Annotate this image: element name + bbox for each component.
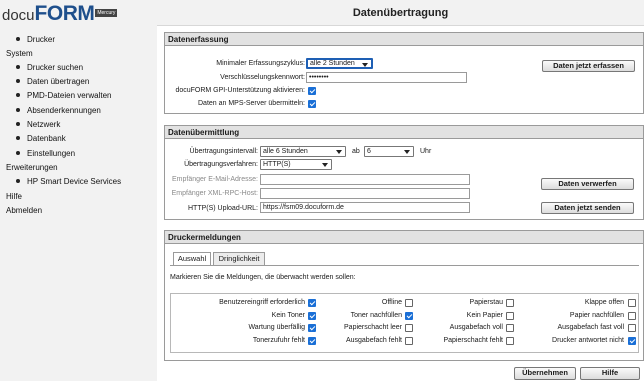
label-papierschacht-fehlt: Papierschacht fehlt [443,337,503,344]
label-ab: ab [352,148,360,155]
checkbox-ausgabefach-fehlt[interactable] [405,337,413,345]
daten-senden-button[interactable]: Daten jetzt senden [541,202,634,214]
label-kennwort: Verschlüsselungskennwort: [220,74,305,81]
checkbox-offline[interactable] [405,299,413,307]
label-ausgabefach-fehlt: Ausgabefach fehlt [345,337,402,344]
logo-text-form: FORM [34,2,95,25]
label-papier-nachfuellen: Papier nachfüllen [569,312,624,319]
label-papierschacht-leer: Papierschacht leer [344,324,402,331]
nav-erweiterungen[interactable]: Erweiterungen [6,163,58,172]
nav-pmd-dateien[interactable]: PMD-Dateien verwalten [16,91,111,100]
checkbox-klappe-offen[interactable] [628,299,636,307]
section-title-datenuebermittlung: Datenübermittlung [165,126,643,139]
tab-auswahl[interactable]: Auswahl [173,252,211,265]
label-toner-nachfuellen: Toner nachfüllen [350,312,402,319]
label-papierstau: Papierstau [469,299,503,306]
checkbox-toner-nachfuellen[interactable] [405,312,413,320]
title-bar: Datenübertragung [157,0,644,26]
checkbox-ausgabefach-voll[interactable] [506,324,514,332]
nav-hp-smart-device[interactable]: HP Smart Device Services [16,177,121,186]
checkbox-tonerzufuhr-fehlt[interactable] [308,337,316,345]
input-xmlrpc[interactable] [260,188,470,199]
nav-drucker-suchen[interactable]: Drucker suchen [16,63,83,72]
logo-text-docu: docu [2,7,35,24]
label-mps: Daten an MPS-Server übermitteln: [198,100,305,107]
label-benutzereingriff: Benutzereingriff erforderlich [219,299,305,306]
label-upload-url: HTTP(S) Upload-URL: [187,205,258,212]
label-erfassungszyklus: Minimaler Erfassungszyklus: [216,60,305,67]
nav-system[interactable]: System [6,49,33,58]
sidebar: docu FORM Mercury Drucker System Drucker s… [0,0,157,381]
checkbox-papierstau[interactable] [506,299,514,307]
daten-erfassen-button[interactable]: Daten jetzt erfassen [542,60,635,72]
daten-verwerfen-button[interactable]: Daten verwerfen [541,178,634,190]
label-uhr: Uhr [420,148,432,155]
checkbox-mps[interactable] [308,100,316,108]
label-verfahren: Übertragungsverfahren: [184,161,258,168]
label-offline: Offline [381,299,402,306]
input-email[interactable] [260,174,470,185]
meldungen-instruction: Markieren Sie die Meldungen, die überwac… [170,274,356,281]
select-start-stunde[interactable]: 6 [364,146,414,157]
checkbox-papierschacht-fehlt[interactable] [506,337,514,345]
label-xmlrpc: Empfänger XML-RPC-Host: [171,190,258,197]
checkbox-kein-toner[interactable] [308,312,316,320]
nav-hilfe[interactable]: Hilfe [6,192,22,201]
checkbox-wartung-ueberfaellig[interactable] [308,324,316,332]
label-ausgabefach-voll: Ausgabefach voll [449,324,503,331]
label-kein-papier: Kein Papier [466,312,503,319]
label-email: Empfänger E-Mail-Adresse: [172,176,258,183]
checkbox-gpi[interactable] [308,87,316,95]
checkbox-kein-papier[interactable] [506,312,514,320]
label-intervall: Übertragungsintervall: [189,148,258,155]
section-title-datenerfassung: Datenerfassung [165,33,643,46]
select-verfahren[interactable]: HTTP(S) [260,159,332,170]
page-title: Datenübertragung [352,7,449,19]
nav-daten-uebertragen[interactable]: Daten übertragen [16,77,89,86]
select-erfassungszyklus[interactable]: alle 2 Stunden [306,58,373,69]
nav-drucker[interactable]: Drucker [16,35,55,44]
docuform-logo: docu FORM Mercury [2,2,118,25]
nav-absenderkennungen[interactable]: Absenderkennungen [16,106,101,115]
nav-datenbank[interactable]: Datenbank [16,134,66,143]
label-wartung-ueberfaellig: Wartung überfällig [248,324,305,331]
label-drucker-antwortet-nicht: Drucker antwortet nicht [552,337,624,344]
checkbox-papier-nachfuellen[interactable] [628,312,636,320]
checkbox-drucker-antwortet-nicht[interactable] [628,337,636,345]
section-title-druckermeldungen: Druckermeldungen [165,231,643,244]
input-upload-url[interactable]: https://fsm09.docuform.de [260,202,470,213]
tab-dringlichkeit[interactable]: Dringlichkeit [213,252,265,265]
label-tonerzufuhr-fehlt: Tonerzufuhr fehlt [252,337,305,344]
select-intervall[interactable]: alle 6 Stunden [260,146,346,157]
nav-einstellungen[interactable]: Einstellungen [16,149,75,158]
checkbox-benutzereingriff[interactable] [308,299,316,307]
uebernehmen-button[interactable]: Übernehmen [514,367,576,380]
label-gpi: docuFORM GPI-Unterstützung aktivieren: [175,87,305,94]
input-kennwort[interactable]: •••••••• [306,72,467,83]
checkbox-ausgabefach-fast-voll[interactable] [628,324,636,332]
nav-netzwerk[interactable]: Netzwerk [16,120,60,129]
nav-abmelden[interactable]: Abmelden [6,206,42,215]
tab-divider [170,265,639,266]
checkbox-papierschacht-leer[interactable] [405,324,413,332]
label-ausgabefach-fast-voll: Ausgabefach fast voll [557,324,624,331]
label-kein-toner: Kein Toner [271,312,305,319]
hilfe-button[interactable]: Hilfe [580,367,640,380]
logo-badge: Mercury [95,9,118,17]
label-klappe-offen: Klappe offen [584,299,624,306]
